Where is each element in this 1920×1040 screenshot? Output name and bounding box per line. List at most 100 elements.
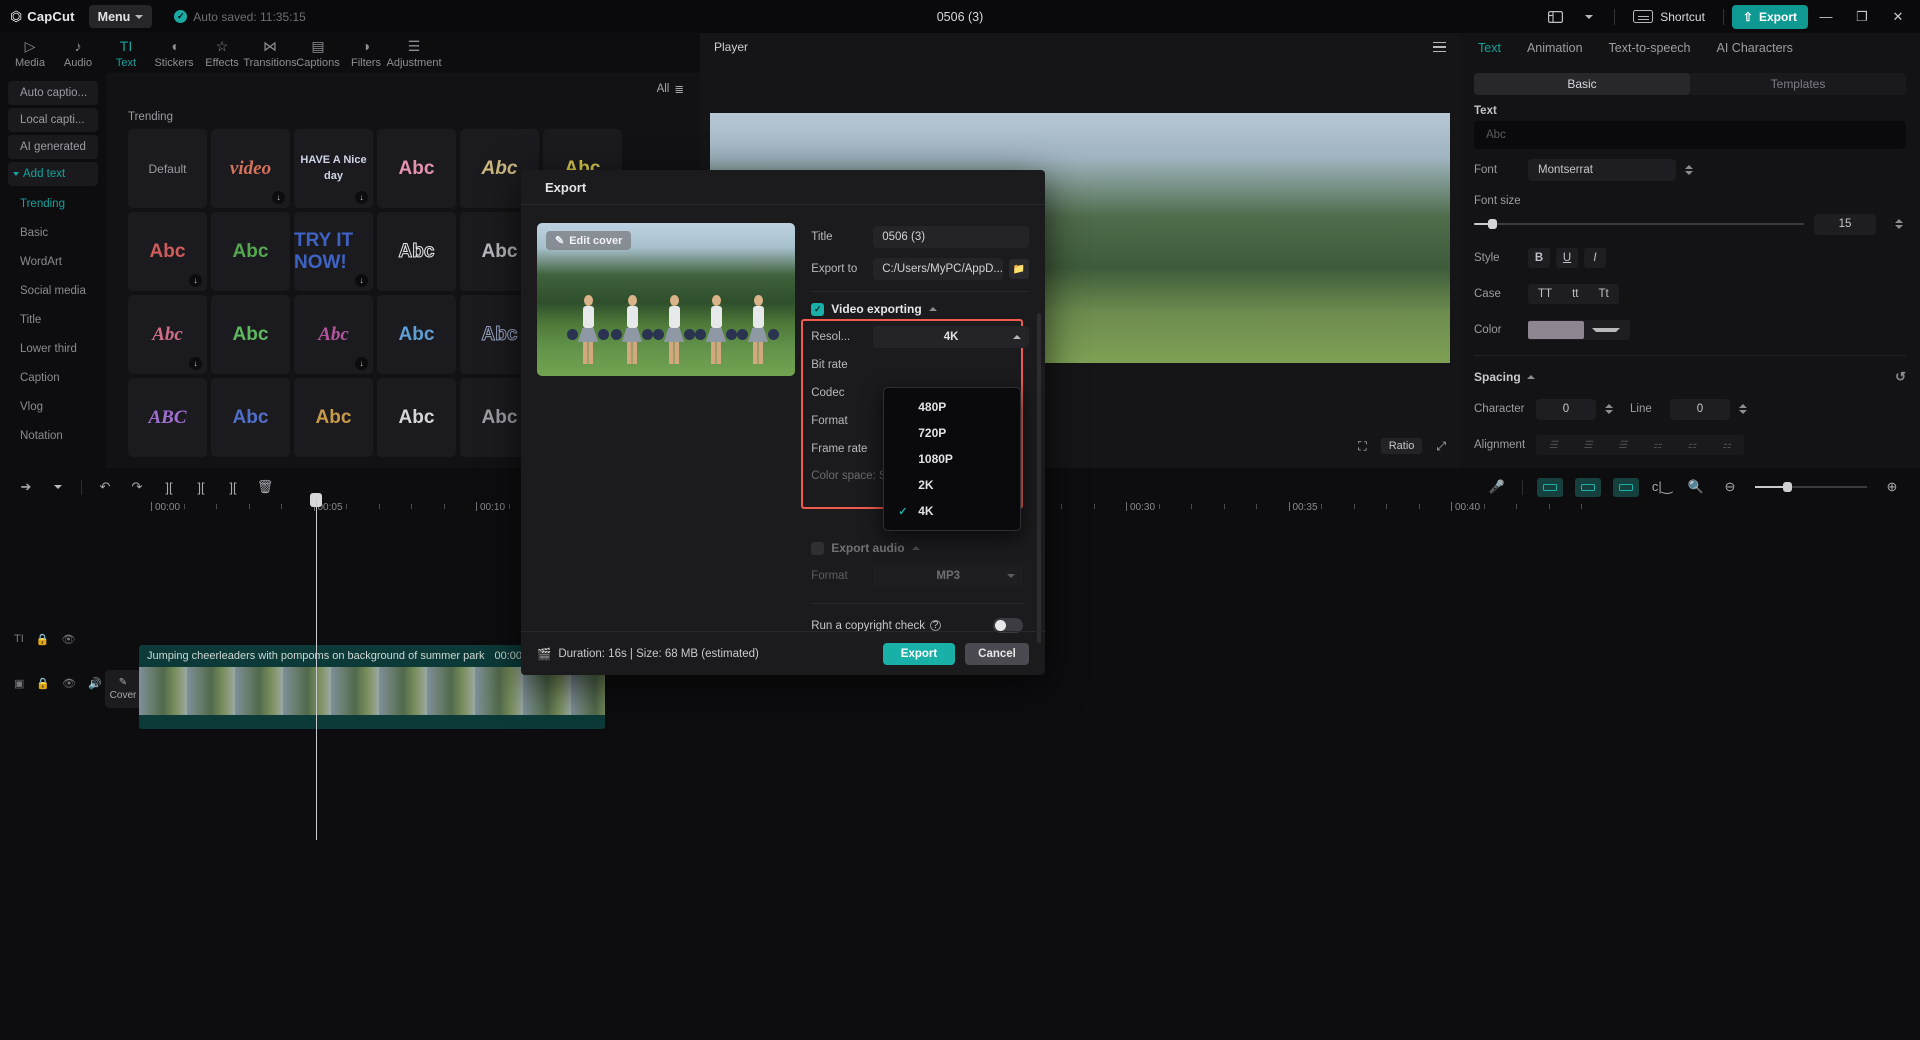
split-right-icon[interactable]: ][ [217,475,249,499]
template-card[interactable]: HAVE A Nice day ↓ [294,129,373,208]
sidebar-pill-auto-captions[interactable]: Auto captio... [8,81,98,105]
line-spacing-stepper[interactable] [1736,399,1750,419]
keyframe-right-icon[interactable] [1613,477,1639,497]
download-icon[interactable]: ↓ [355,274,368,287]
character-spacing-value[interactable]: 0 [1536,398,1596,420]
folder-icon[interactable]: 📁 [1009,259,1029,279]
tab-ai-characters[interactable]: AI Characters [1717,41,1793,55]
keyframe-icon[interactable] [1575,477,1601,497]
download-icon[interactable]: ↓ [189,274,202,287]
font-size-value[interactable]: 15 [1814,213,1876,235]
template-card[interactable]: Abc [377,129,456,208]
align-left-icon[interactable]: ☰ [1536,440,1571,451]
template-card[interactable]: TRY IT NOW! ↓ [294,212,373,291]
cover-preview[interactable]: ✎ Edit cover [537,223,796,376]
timeline-clip-audio-strip[interactable] [139,715,605,729]
case-titlecase-button[interactable]: Tt [1588,288,1618,300]
eye-icon[interactable]: 👁 [62,677,76,690]
sidebar-item-caption[interactable]: Caption [0,363,106,392]
sidebar-item-trending[interactable]: Trending [0,189,106,218]
resolution-select[interactable]: 4K [873,326,1029,348]
caret-up-icon[interactable] [911,546,920,550]
zoom-in-icon[interactable]: ⊕ [1876,475,1908,499]
download-icon[interactable]: ↓ [355,357,368,370]
delete-icon[interactable]: 🗑 [249,475,281,499]
tool-tab-filters[interactable]: ◑ Filters [342,37,390,69]
close-button[interactable]: ✕ [1880,0,1916,33]
lock-icon[interactable]: 🔒 [36,633,50,646]
sidebar-item-notation[interactable]: Notation [0,421,106,450]
template-card[interactable]: Abc [377,378,456,457]
color-picker[interactable] [1528,320,1630,340]
edit-cover-button[interactable]: ✎ Edit cover [546,231,632,250]
sidebar-item-title[interactable]: Title [0,305,106,334]
case-uppercase-button[interactable]: TT [1528,288,1562,300]
crop-measure-icon[interactable]: 🔍 [1680,475,1712,499]
fullscreen-icon[interactable]: ⤢ [1436,439,1446,454]
tool-tab-media[interactable]: ▷ Media [6,37,54,70]
font-size-slider[interactable] [1474,219,1804,229]
align-vbottom-icon[interactable]: ⚏ [1709,440,1744,451]
bold-button[interactable]: B [1528,248,1550,268]
filter-all-button[interactable]: All ≣ [657,82,684,96]
resolution-option-480p[interactable]: 480P [884,394,1020,420]
sidebar-item-lower-third[interactable]: Lower third [0,334,106,363]
tab-text[interactable]: Text [1478,41,1501,55]
reset-icon[interactable]: ↺ [1895,369,1906,385]
sidebar-item-social-media[interactable]: Social media [0,276,106,305]
shortcut-button[interactable]: Shortcut [1623,5,1715,29]
sidebar-pill-local-captions[interactable]: Local capti... [8,108,98,132]
zoom-slider-knob[interactable] [1783,482,1792,492]
export-button-top[interactable]: ⇧ Export [1731,4,1808,29]
mute-icon[interactable]: 🔊 [88,677,102,690]
tool-tab-stickers[interactable]: ◖ Stickers [150,37,198,69]
sidebar-pill-ai-generated[interactable]: AI generated [8,135,98,159]
bitrate-select[interactable] [873,354,1029,376]
zoom-slider[interactable] [1755,482,1867,492]
template-card[interactable]: Abc↓ [294,295,373,374]
hamburger-icon[interactable] [1433,41,1446,53]
cancel-button[interactable]: Cancel [965,642,1029,665]
align-vtop-icon[interactable]: ⚏ [1640,440,1675,451]
template-card[interactable]: Abc [211,295,290,374]
sidebar-item-wordart[interactable]: WordArt [0,247,106,276]
template-card[interactable]: Default [128,129,207,208]
align-right-icon[interactable]: ☰ [1605,440,1640,451]
text-input[interactable]: Abc [1474,121,1906,149]
layout-icon[interactable] [1538,2,1572,32]
layout-chevron-icon[interactable] [1572,2,1606,32]
mic-icon[interactable]: 🎤 [1481,475,1513,499]
export-audio-checkbox[interactable] [811,541,825,555]
template-card[interactable]: Abc↓ [128,295,207,374]
resolution-option-4k[interactable]: ✓ 4K [884,498,1020,524]
sidebar-item-vlog[interactable]: Vlog [0,392,106,421]
template-card[interactable]: Abc↓ [128,212,207,291]
align-center-icon[interactable]: ☰ [1571,440,1606,451]
help-icon[interactable]: ? [930,620,942,631]
tool-tab-transitions[interactable]: ⋈ Transitions [243,37,296,70]
align-vcenter-icon[interactable]: ⚏ [1675,440,1710,451]
character-spacing-stepper[interactable] [1602,399,1616,419]
tool-tab-captions[interactable]: ▤ Captions [294,37,342,70]
sidebar-pill-add-text[interactable]: Add text [8,162,98,186]
resolution-option-2k[interactable]: 2K [884,472,1020,498]
tool-tab-adjustment[interactable]: ☰ Adjustment [386,37,441,70]
tool-tab-effects[interactable]: ☆ Effects [198,37,246,70]
segment-basic[interactable]: Basic [1474,73,1690,95]
chevron-down-icon[interactable] [42,475,74,499]
mirror-icon[interactable]: c|‿ [1646,475,1678,499]
download-icon[interactable]: ↓ [355,191,368,204]
select-arrow-icon[interactable]: ➔ [10,475,42,499]
lock-icon[interactable]: 🔒 [36,677,50,690]
eye-icon[interactable]: 👁 [61,633,75,646]
template-card[interactable]: Abc [377,295,456,374]
dialog-scrollbar[interactable] [1037,313,1041,643]
resolution-option-1080p[interactable]: 1080P [884,446,1020,472]
template-card[interactable]: ABC [128,378,207,457]
sidebar-item-basic[interactable]: Basic [0,218,106,247]
font-stepper[interactable] [1682,160,1696,180]
download-icon[interactable]: ↓ [272,191,285,204]
font-select[interactable]: Montserrat [1528,159,1676,181]
video-track-icon[interactable]: ▣ [14,677,24,690]
audio-format-select[interactable]: MP3 [873,565,1024,587]
